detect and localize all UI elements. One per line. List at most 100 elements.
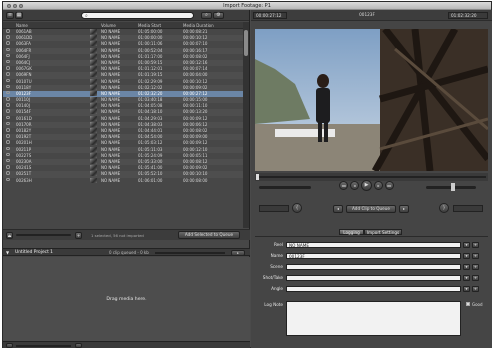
- scene-increment-button[interactable]: +: [472, 264, 479, 270]
- zoom-button[interactable]: +: [75, 232, 82, 239]
- queue-slider[interactable]: [16, 345, 71, 347]
- shot-take-field[interactable]: [286, 275, 461, 281]
- vertical-scrollbar[interactable]: [243, 22, 249, 228]
- col-media-duration[interactable]: Media Duration: [183, 23, 214, 28]
- shuttle-knob[interactable]: [451, 183, 455, 191]
- grid-view-button[interactable]: ▦: [15, 12, 23, 19]
- filter-button[interactable]: ⌕: [201, 12, 212, 19]
- mark-out-button[interactable]: }: [439, 203, 449, 213]
- row-radio[interactable]: [6, 35, 10, 39]
- clip-thumbnail: [90, 171, 97, 177]
- forward-button[interactable]: ▸: [374, 181, 383, 190]
- mark-out-timecode[interactable]: [453, 205, 483, 212]
- row-radio[interactable]: [6, 103, 10, 107]
- scene-field[interactable]: [286, 264, 461, 270]
- shot-take-increment-button[interactable]: +: [472, 275, 479, 281]
- mark-in-button[interactable]: {: [292, 203, 302, 213]
- clip-thumbnail: [90, 59, 97, 65]
- table-row[interactable]: 00263H NO NAME 01:06:01:00 00:00:08:00: [3, 177, 243, 184]
- name-increment-button[interactable]: +: [472, 253, 479, 259]
- scene-menu-button[interactable]: ▾: [463, 264, 470, 270]
- play-button[interactable]: ▶: [361, 180, 372, 191]
- col-volume[interactable]: Volume: [101, 23, 116, 28]
- row-radio[interactable]: [6, 66, 10, 70]
- col-name[interactable]: Name: [16, 23, 28, 28]
- tab-logging[interactable]: Logging: [339, 229, 364, 235]
- row-radio[interactable]: [6, 177, 10, 181]
- prev-button[interactable]: ◂◂: [339, 181, 348, 190]
- mark-out-icon: }: [442, 205, 446, 210]
- eject-button[interactable]: ⏏: [6, 232, 13, 239]
- reel-menu-button[interactable]: ▾: [463, 242, 470, 248]
- row-radio[interactable]: [6, 165, 10, 169]
- row-radio[interactable]: [6, 171, 10, 175]
- go-out-button[interactable]: ▸: [399, 205, 409, 213]
- clip-thumbnail: [90, 29, 97, 34]
- row-radio[interactable]: [6, 134, 10, 138]
- scene-label: Scene: [270, 264, 283, 269]
- rewind-button[interactable]: ◂: [350, 181, 359, 190]
- thumb-size-slider[interactable]: [16, 234, 71, 236]
- good-checkbox[interactable]: [466, 302, 470, 306]
- clip-thumbnail: [90, 121, 97, 127]
- timecode-out[interactable]: 01:02:32:20: [448, 12, 488, 19]
- mark-in-timecode[interactable]: [259, 205, 289, 212]
- action-button[interactable]: ⚙: [213, 12, 224, 19]
- row-radio[interactable]: [6, 97, 10, 101]
- row-radio[interactable]: [6, 109, 10, 113]
- row-radio[interactable]: [6, 59, 10, 64]
- scrubber-bar[interactable]: [255, 173, 488, 181]
- angle-menu-button[interactable]: ▾: [463, 286, 470, 292]
- playhead[interactable]: [256, 174, 259, 180]
- angle-field[interactable]: [286, 286, 461, 292]
- clip-thumbnail: [90, 165, 97, 171]
- row-radio[interactable]: [6, 152, 10, 157]
- row-radio[interactable]: [6, 158, 10, 163]
- row-radio[interactable]: [6, 29, 10, 33]
- row-radio[interactable]: [6, 84, 10, 89]
- add-selected-button[interactable]: Add Selected to Queue: [178, 231, 240, 239]
- row-radio[interactable]: [6, 90, 10, 95]
- go-in-button[interactable]: ◂: [333, 205, 343, 213]
- row-radio[interactable]: [6, 47, 10, 52]
- col-media-start[interactable]: Media Start: [138, 23, 161, 28]
- drop-zone[interactable]: Drag media here.: [3, 257, 250, 342]
- row-radio[interactable]: [6, 146, 10, 151]
- shot-take-menu-button[interactable]: ▾: [463, 275, 470, 281]
- row-radio[interactable]: [6, 128, 10, 132]
- jog-control[interactable]: [259, 186, 311, 189]
- tab-divider: [255, 236, 488, 237]
- add-clip-button[interactable]: Add Clip to Queue: [346, 205, 396, 213]
- clip-thumbnail: [90, 72, 97, 78]
- row-radio[interactable]: [6, 140, 10, 144]
- zoom-button-2[interactable]: [75, 343, 82, 348]
- row-radio[interactable]: [6, 115, 10, 120]
- row-radio[interactable]: [6, 72, 10, 76]
- reel-increment-button[interactable]: +: [472, 242, 479, 248]
- clip-thumbnail: [90, 115, 97, 121]
- row-radio[interactable]: [6, 41, 10, 45]
- search-input[interactable]: ⌕: [81, 12, 194, 19]
- reel-field[interactable]: NO NAME: [286, 242, 461, 248]
- next-button[interactable]: ▸▸: [385, 181, 394, 190]
- log-note-field[interactable]: [286, 301, 461, 336]
- row-radio[interactable]: [6, 53, 10, 58]
- row-radio[interactable]: [6, 78, 10, 82]
- list-view-icon: ≡: [7, 12, 13, 18]
- name-menu-button[interactable]: ▾: [463, 253, 470, 259]
- disclosure-icon[interactable]: ▼: [6, 250, 9, 255]
- clip-thumbnail: [90, 35, 97, 41]
- eject-button-2[interactable]: [6, 343, 13, 348]
- tab-import-settings[interactable]: Import Settings: [364, 229, 402, 235]
- timecode-in[interactable]: 00:00:27:12: [253, 12, 287, 19]
- scrub-track[interactable]: [257, 176, 486, 178]
- angle-increment-button[interactable]: +: [472, 286, 479, 292]
- clip-thumbnail: [90, 177, 97, 183]
- name-field[interactable]: 00123F: [286, 253, 461, 259]
- queue-options-button[interactable]: ▸: [231, 250, 245, 256]
- project-name: Untitled Project 1: [15, 250, 53, 255]
- row-radio[interactable]: [6, 121, 10, 126]
- scroll-thumb[interactable]: [244, 30, 248, 56]
- gear-icon: ⚙: [216, 12, 221, 18]
- list-view-button[interactable]: ≡: [6, 12, 14, 19]
